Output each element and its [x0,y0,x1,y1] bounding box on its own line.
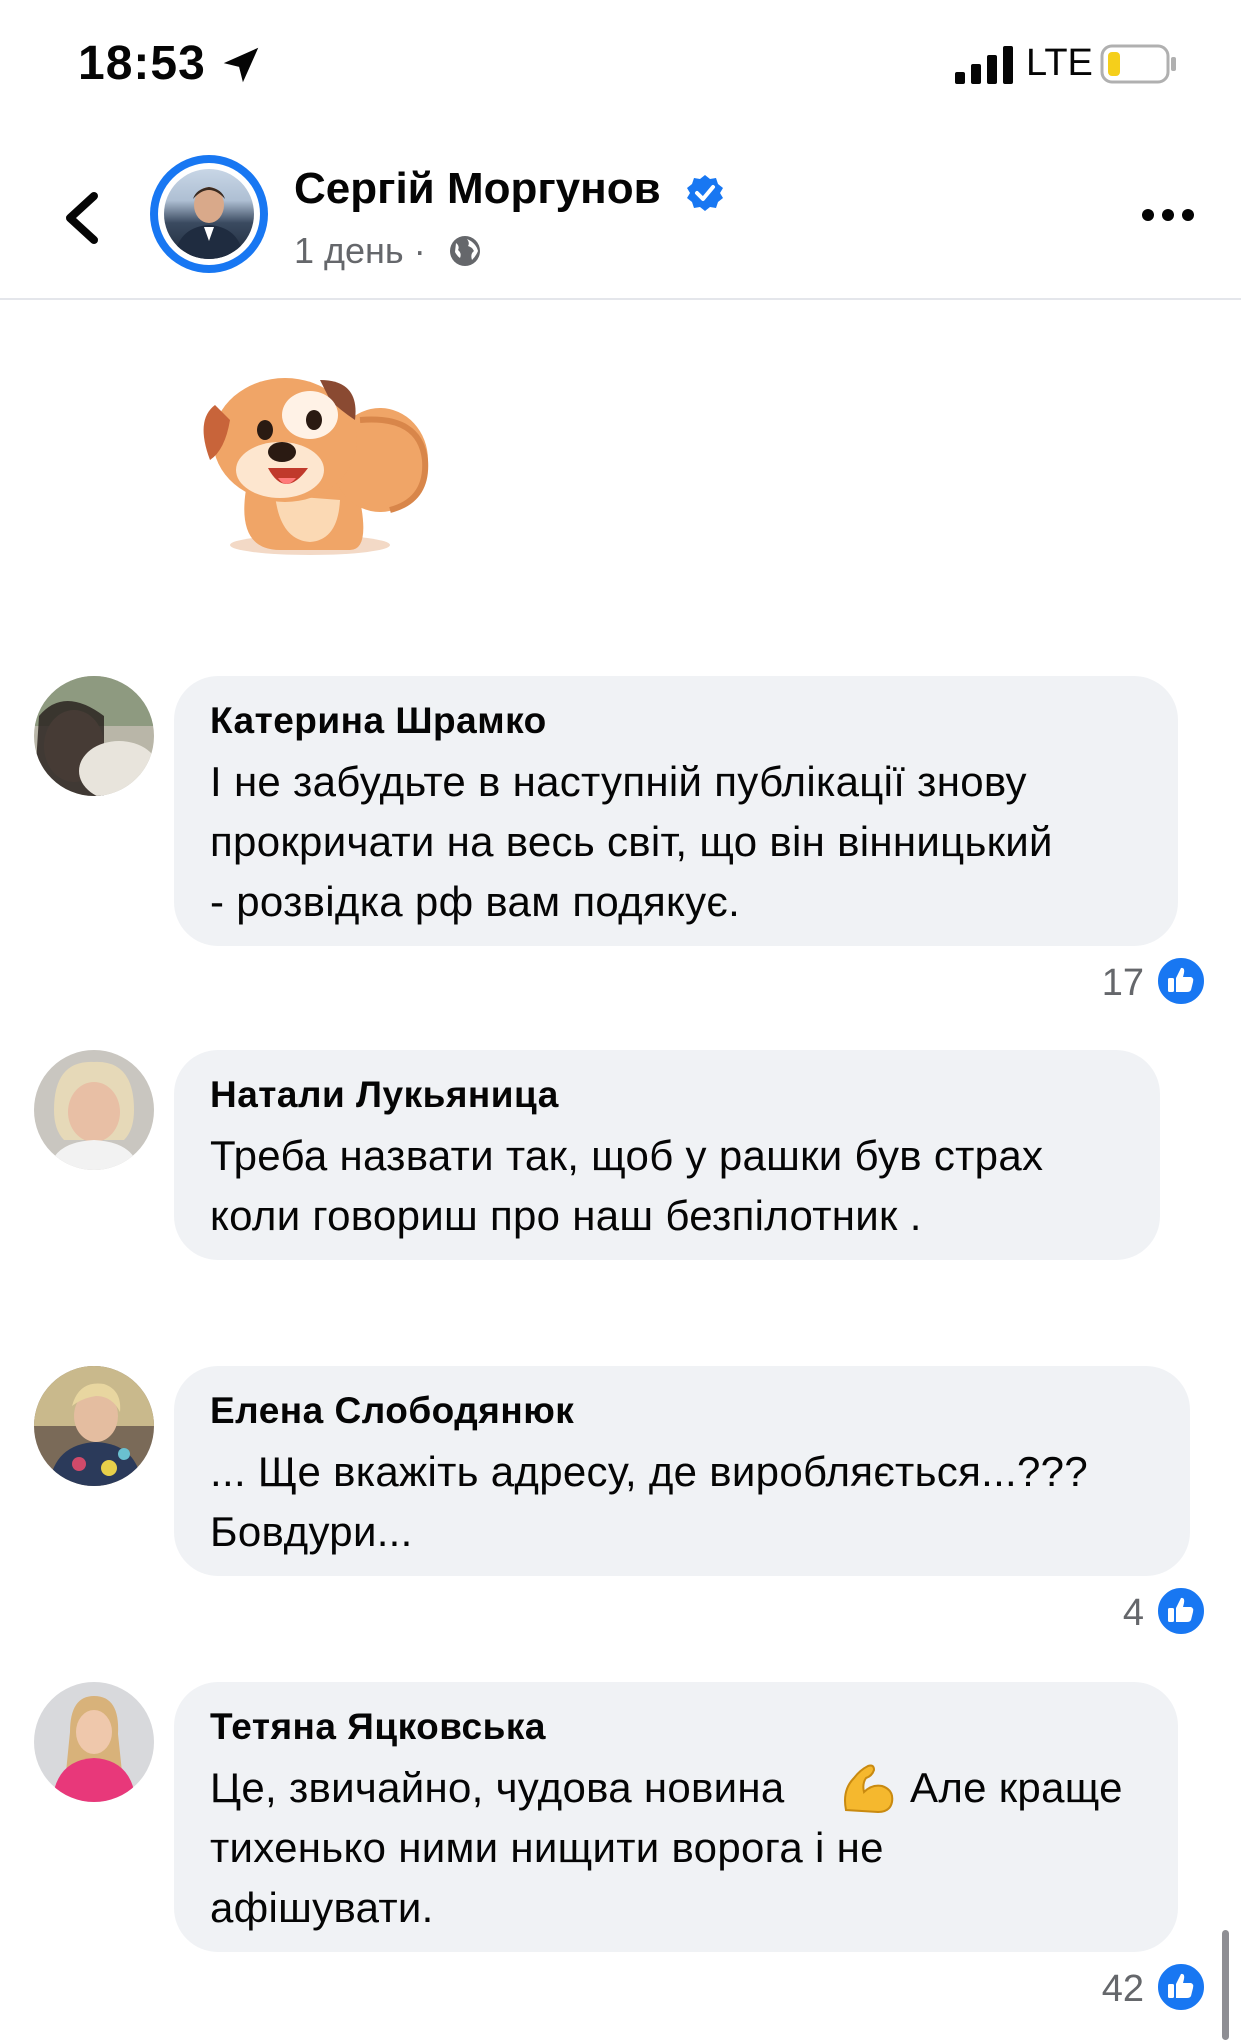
author-name[interactable]: Сергій Моргунов [294,164,661,214]
status-time: 18:53 [78,37,206,90]
commenter-avatar-image [34,676,154,796]
location-arrow-icon [223,47,259,83]
reaction-count[interactable]: 4 [1060,1592,1144,1635]
comment-text-line: ... Ще вкажіть адресу, де виробляється..… [210,1448,1088,1495]
commenter-avatar-image [34,1050,154,1170]
reaction-count[interactable]: 17 [1060,962,1144,1005]
author-avatar-image [174,187,244,259]
more-icon[interactable] [1140,200,1196,230]
commenter-name[interactable]: Катерина Шрамко [210,700,547,742]
scrollbar[interactable] [1222,1930,1229,2040]
commenter-avatar-image [34,1366,154,1486]
comment-text-line: афішувати. [210,1884,434,1931]
flexed-biceps-icon [844,1764,894,1814]
comment-text-line: коли говориш про наш безпілотник . [210,1192,922,1239]
comment-text-line: - розвідка рф вам подякує. [210,878,741,925]
signal-icon [955,46,1013,84]
verified-badge-icon [687,175,723,211]
author-avatar[interactable] [164,169,254,259]
comment-text-line: І не забудьте в наступній публікації зно… [210,758,1027,805]
post-time[interactable]: 1 день · [294,230,426,272]
commenter-avatar[interactable] [34,676,154,796]
reaction-count[interactable]: 42 [1060,1968,1144,2011]
globe-icon [450,236,480,266]
status-bar: 18:53 LTE [0,0,1241,130]
comment-text-line: Треба назвати так, щоб у рашки був страх [210,1132,1044,1179]
commenter-avatar[interactable] [34,1050,154,1170]
like-reaction-icon[interactable] [1156,1962,1206,2012]
commenter-avatar[interactable] [34,1682,154,1802]
commenter-name[interactable]: Тетяна Яцковська [210,1706,546,1748]
commenter-name[interactable]: Натали Лукьяница [210,1074,559,1116]
comment-text-line: прокричати на весь світ, що він вінницьк… [210,818,1053,865]
commenter-avatar-image [34,1682,154,1802]
battery-icon [1100,44,1176,84]
like-reaction-icon[interactable] [1156,956,1206,1006]
back-arrow-icon[interactable] [58,188,108,248]
commenter-name[interactable]: Елена Слободянюк [210,1390,574,1432]
network-type: LTE [1026,42,1093,84]
like-reaction-icon[interactable] [1156,1586,1206,1636]
puppy-sticker [203,378,429,555]
comment-text-line: тихенько ними нищити ворога і не [210,1824,884,1871]
comment-text-line-end: Але краще [910,1764,1123,1811]
post-header: Сергій Моргунов 1 день · [0,130,1241,300]
comment-text-line: Бовдури... [210,1508,413,1555]
comment-text-line-start: Це, звичайно, чудова новина [210,1764,785,1811]
commenter-avatar[interactable] [34,1366,154,1486]
